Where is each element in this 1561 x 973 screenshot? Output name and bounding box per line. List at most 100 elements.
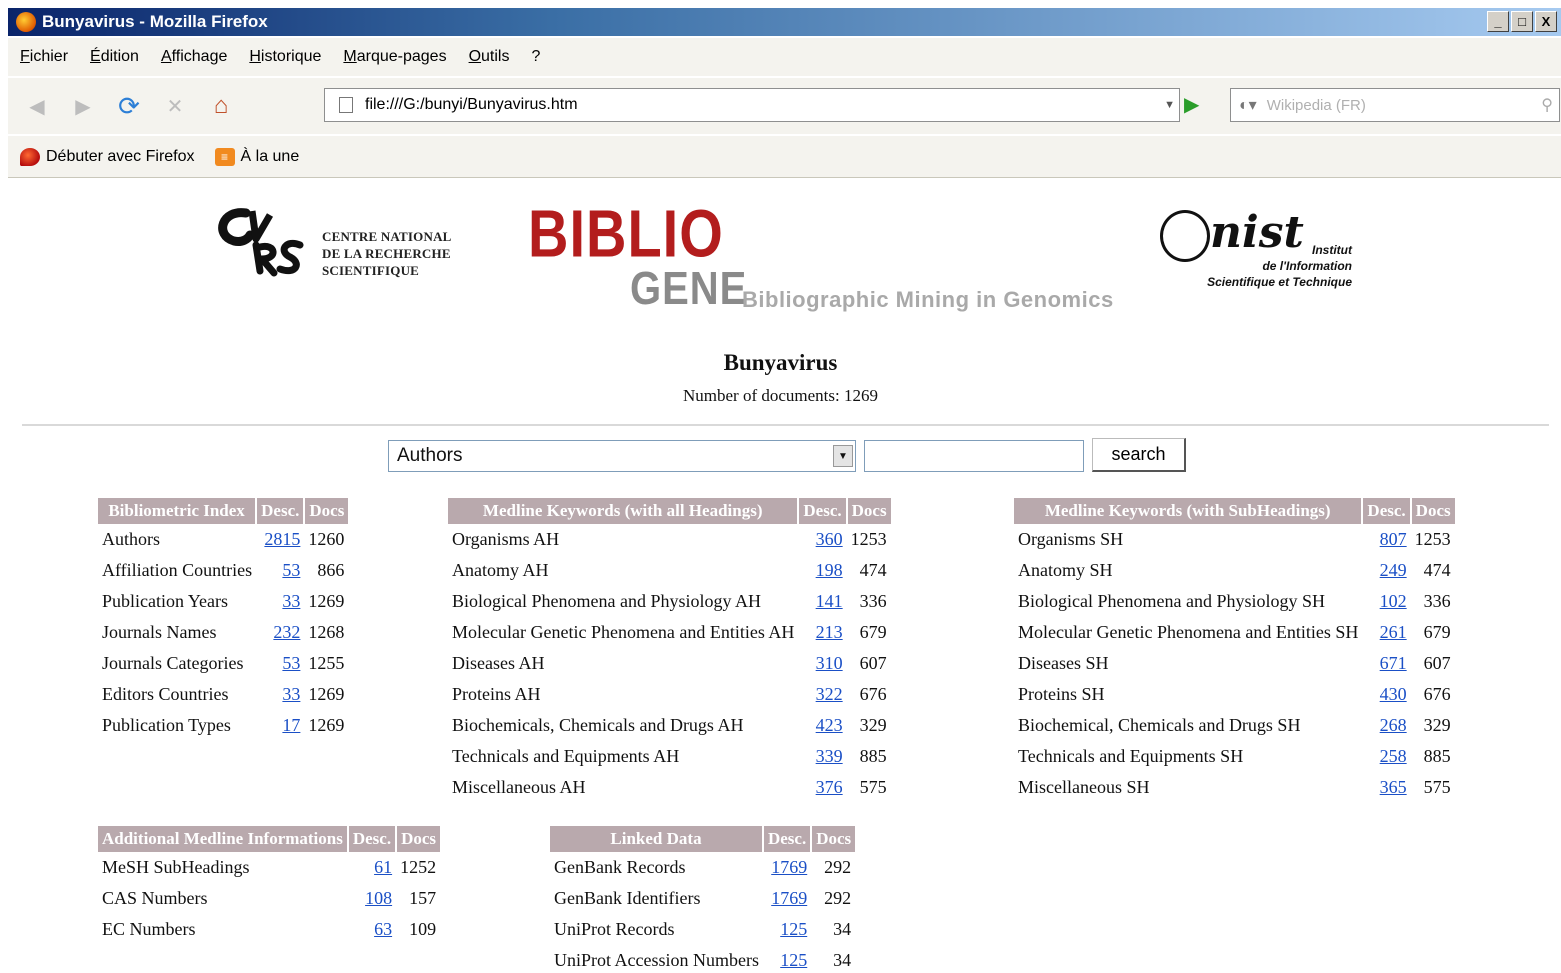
search-icon[interactable]: ⚲ — [1541, 95, 1553, 115]
desc-link[interactable]: 261 — [1380, 622, 1407, 642]
reload-icon[interactable]: ⟳ — [112, 89, 146, 123]
row-name: Biological Phenomena and Physiology AH — [452, 591, 761, 611]
maximize-button[interactable]: □ — [1511, 11, 1533, 32]
web-search-box[interactable]: ◐▾ Wikipedia (FR) ⚲ — [1230, 88, 1560, 122]
stop-icon[interactable]: ✕ — [158, 89, 192, 123]
desc-link[interactable]: 53 — [282, 560, 300, 580]
desc-link[interactable]: 61 — [374, 857, 392, 877]
row-desc-cell: 125 — [763, 945, 811, 973]
row-name: Biochemicals, Chemicals and Drugs AH — [452, 715, 744, 735]
desc-link[interactable]: 268 — [1380, 715, 1407, 735]
desc-link[interactable]: 258 — [1380, 746, 1407, 766]
desc-link[interactable]: 141 — [816, 591, 843, 611]
row-docs: 292 — [824, 888, 852, 908]
table-row: Organisms SH 807 1253 — [1014, 524, 1455, 555]
search-engine-icon[interactable]: ◐▾ — [1239, 95, 1257, 115]
desc-link[interactable]: 33 — [282, 684, 300, 704]
row-name: UniProt Records — [554, 919, 675, 939]
row-docs: 1253 — [850, 529, 887, 549]
desc-link[interactable]: 33 — [282, 591, 300, 611]
go-arrow-icon[interactable]: ▶ — [1184, 92, 1199, 117]
desc-link[interactable]: 671 — [1380, 653, 1407, 673]
bookmarks-toolbar: Débuter avec Firefox ≡ À la une — [8, 136, 1561, 178]
row-desc-cell: 63 — [348, 914, 396, 945]
row-name: Anatomy AH — [452, 560, 549, 580]
address-bar[interactable]: file:///G:/bunyi/Bunyavirus.htm ▼ — [324, 88, 1180, 122]
row-desc-cell: 125 — [763, 914, 811, 945]
medline-all-headings-table: Medline Keywords (with all Headings) Desc… — [448, 498, 891, 803]
search-field-select[interactable]: Authors ▼ — [388, 440, 856, 472]
close-button[interactable]: X — [1535, 11, 1557, 32]
row-desc-cell: 17 — [256, 710, 304, 741]
desc-link[interactable]: 1769 — [771, 857, 807, 877]
row-name: Technicals and Equipments AH — [452, 746, 680, 766]
bibliogene-tagline: Bibliographic Mining in Genomics — [742, 287, 1114, 312]
minimize-button[interactable]: _ — [1487, 11, 1509, 32]
menu-affichage[interactable]: Affichage — [161, 48, 227, 66]
table-row: Journals Names 232 1268 — [98, 617, 348, 648]
desc-link[interactable]: 339 — [816, 746, 843, 766]
desc-link[interactable]: 102 — [1380, 591, 1407, 611]
desc-link[interactable]: 423 — [816, 715, 843, 735]
row-docs: 1252 — [400, 857, 437, 877]
row-docs: 109 — [409, 919, 437, 939]
desc-link[interactable]: 430 — [1380, 684, 1407, 704]
bookmark-debuter[interactable]: Débuter avec Firefox — [20, 147, 195, 166]
desc-link[interactable]: 365 — [1380, 777, 1407, 797]
home-icon[interactable]: ⌂ — [204, 89, 238, 123]
search-button[interactable]: search — [1092, 438, 1186, 472]
desc-link[interactable]: 108 — [365, 888, 392, 908]
desc-link[interactable]: 249 — [1380, 560, 1407, 580]
menu-help[interactable]: ? — [531, 48, 540, 66]
forward-arrow-icon[interactable]: ▶ — [66, 89, 100, 123]
desc-link[interactable]: 17 — [282, 715, 300, 735]
back-arrow-icon[interactable]: ◀ — [20, 89, 54, 123]
row-docs: 1269 — [308, 684, 345, 704]
search-query-input[interactable] — [864, 440, 1084, 472]
menu-marque-pages[interactable]: Marque-pages — [343, 48, 446, 66]
desc-link[interactable]: 322 — [816, 684, 843, 704]
bookmark-a-la-une[interactable]: ≡ À la une — [214, 147, 299, 166]
row-desc-cell: 807 — [1362, 524, 1410, 555]
menu-fichier[interactable]: Fichier — [20, 48, 68, 66]
linked-data-table: Linked Data Desc. Docs GenBank Records 1769 2… — [550, 826, 856, 973]
row-docs: 329 — [1423, 715, 1451, 735]
row-name: Biological Phenomena and Physiology SH — [1018, 591, 1325, 611]
row-name: Journals Names — [102, 622, 217, 642]
row-docs: 157 — [409, 888, 437, 908]
row-desc-cell: 268 — [1362, 710, 1410, 741]
row-desc-cell: 53 — [256, 648, 304, 679]
row-docs: 1260 — [308, 529, 345, 549]
desc-link[interactable]: 53 — [282, 653, 300, 673]
desc-link[interactable]: 360 — [816, 529, 843, 549]
desc-link[interactable]: 2815 — [264, 529, 300, 549]
desc-link[interactable]: 63 — [374, 919, 392, 939]
search-field-value: Authors — [397, 445, 463, 466]
rss-icon: ≡ — [214, 147, 235, 166]
menu-historique[interactable]: Historique — [249, 48, 321, 66]
row-docs: 34 — [833, 950, 852, 970]
row-docs: 575 — [1423, 777, 1451, 797]
row-name: Publication Years — [102, 591, 228, 611]
menu-outils[interactable]: Outils — [469, 48, 510, 66]
desc-link[interactable]: 1769 — [771, 888, 807, 908]
desc-link[interactable]: 125 — [780, 950, 807, 970]
column-header-desc: Desc. — [798, 498, 848, 524]
row-name: Biochemical, Chemicals and Drugs SH — [1018, 715, 1301, 735]
desc-link[interactable]: 125 — [780, 919, 807, 939]
desc-link[interactable]: 376 — [816, 777, 843, 797]
desc-link[interactable]: 232 — [273, 622, 300, 642]
row-name: Diseases SH — [1018, 653, 1109, 673]
row-docs: 679 — [859, 622, 887, 642]
menu-edition[interactable]: Édition — [90, 48, 139, 66]
row-name: Publication Types — [102, 715, 231, 735]
chevron-down-icon[interactable]: ▼ — [1164, 99, 1175, 111]
chevron-down-icon[interactable]: ▼ — [833, 445, 853, 467]
address-url: file:///G:/bunyi/Bunyavirus.htm — [365, 96, 578, 113]
bibliometric-index-table: Bibliometric Index Desc. Docs Authors 2815 12… — [98, 498, 349, 741]
desc-link[interactable]: 213 — [816, 622, 843, 642]
desc-link[interactable]: 310 — [816, 653, 843, 673]
desc-link[interactable]: 198 — [816, 560, 843, 580]
desc-link[interactable]: 807 — [1380, 529, 1407, 549]
row-docs: 866 — [317, 560, 345, 580]
